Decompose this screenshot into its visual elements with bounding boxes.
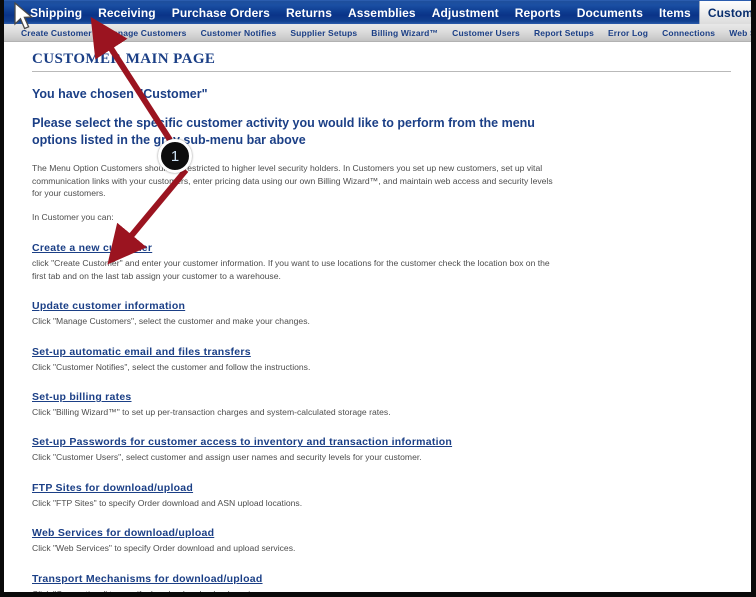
subnav-item-customer-notifies[interactable]: Customer Notifies	[194, 28, 284, 38]
desc-setup-automatic-email-and-files-transfers: Click "Customer Notifies", select the cu…	[32, 361, 311, 372]
desc-setup-billing-rates: Click "Billing Wizard™" to set up per-tr…	[32, 407, 391, 417]
nav-tab-shipping[interactable]: Shipping	[22, 1, 90, 24]
nav-tab-receiving[interactable]: Receiving	[90, 1, 164, 24]
subnav-item-create-customer[interactable]: Create Customer	[14, 28, 99, 38]
link-setup-passwords-for-customer-access[interactable]: Set-up Passwords for customer access to …	[32, 436, 452, 448]
list-item: Set-up automatic email and files transfe…	[32, 342, 731, 373]
link-transport-mechanisms-for-download-upload[interactable]: Transport Mechanisms for download/upload	[32, 573, 263, 585]
list-item: Web Services for download/upload Click "…	[32, 523, 731, 554]
subnav-item-supplier-setups[interactable]: Supplier Setups	[283, 28, 364, 38]
link-create-a-new-customer[interactable]: Create a new customer	[32, 242, 152, 254]
desc-transport-mechanisms-for-download-upload: Click "Connections" to specify download …	[32, 588, 266, 597]
nav-tab-customer[interactable]: Customer	[698, 1, 751, 24]
list-item: FTP Sites for download/upload Click "FTP…	[32, 478, 731, 509]
link-setup-automatic-email-and-files-transfers[interactable]: Set-up automatic email and files transfe…	[32, 346, 251, 358]
list-item: Set-up billing rates Click "Billing Wiza…	[32, 387, 731, 418]
nav-tab-adjustment[interactable]: Adjustment	[424, 1, 507, 24]
main-navigation-bar: Shipping Receiving Purchase Orders Retur…	[4, 0, 751, 24]
subnav-item-report-setups[interactable]: Report Setups	[527, 28, 601, 38]
desc-setup-passwords-for-customer-access: Click "Customer Users", select customer …	[32, 452, 422, 463]
link-setup-billing-rates[interactable]: Set-up billing rates	[32, 391, 132, 403]
subnav-item-billing-wizard[interactable]: Billing Wizard™	[364, 28, 445, 38]
lead-in-text: In Customer you can:	[32, 212, 114, 223]
desc-create-a-new-customer: click "Create Customer" and enter your c…	[32, 258, 550, 281]
nav-tab-returns[interactable]: Returns	[278, 1, 340, 24]
desc-ftp-sites-for-download-upload: Click "FTP Sites" to specify Order downl…	[32, 497, 303, 508]
nav-tab-assemblies[interactable]: Assemblies	[340, 1, 424, 24]
intro-paragraph: The Menu Option Customers should be rest…	[32, 162, 553, 199]
subnav-item-error-log[interactable]: Error Log	[601, 28, 655, 38]
list-item: Transport Mechanisms for download/upload…	[32, 569, 731, 597]
title-divider	[32, 71, 731, 72]
desc-web-services-for-download-upload: Click "Web Services" to specify Order do…	[32, 543, 296, 554]
link-ftp-sites-for-download-upload[interactable]: FTP Sites for download/upload	[32, 482, 193, 494]
list-item: Update customer information Click "Manag…	[32, 296, 731, 327]
list-item: Set-up Passwords for customer access to …	[32, 432, 731, 463]
link-web-services-for-download-upload[interactable]: Web Services for download/upload	[32, 527, 214, 539]
nav-tab-reports[interactable]: Reports	[507, 1, 569, 24]
page-title: CUSTOMER MAIN PAGE	[32, 51, 216, 67]
customer-sub-navigation-bar: Create Customer Manage Customers Custome…	[4, 24, 751, 42]
application-window: Shipping Receiving Purchase Orders Retur…	[0, 0, 756, 597]
instruction-heading: Please select the specific customer acti…	[32, 115, 535, 147]
nav-tab-items[interactable]: Items	[651, 1, 699, 24]
subnav-item-customer-users[interactable]: Customer Users	[445, 28, 527, 38]
subnav-item-connections[interactable]: Connections	[655, 28, 722, 38]
nav-tab-purchase-orders[interactable]: Purchase Orders	[164, 1, 278, 24]
list-item: Create a new customer click "Create Cust…	[32, 238, 731, 282]
link-update-customer-information[interactable]: Update customer information	[32, 300, 185, 312]
chosen-module-heading: You have chosen "Customer"	[32, 87, 208, 101]
page-content: CUSTOMER MAIN PAGE You have chosen "Cust…	[4, 42, 751, 592]
desc-update-customer-information: Click "Manage Customers", select the cus…	[32, 316, 310, 327]
nav-tab-documents[interactable]: Documents	[569, 1, 651, 24]
subnav-item-web-services[interactable]: Web Services	[722, 28, 751, 38]
subnav-item-manage-customers[interactable]: Manage Customers	[99, 28, 194, 38]
